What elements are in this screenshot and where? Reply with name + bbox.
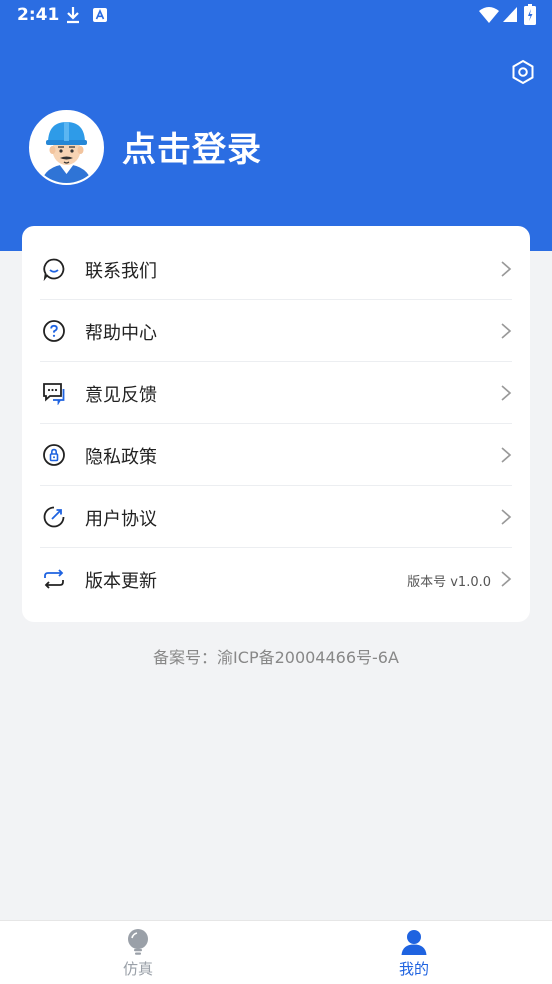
battery-icon <box>524 4 536 25</box>
version-number: 版本号 v1.0.0 <box>407 575 491 590</box>
chat-bubble-icon <box>43 258 65 281</box>
lightbulb-icon <box>128 929 148 955</box>
avatar[interactable] <box>29 110 104 185</box>
profile-header: 2:41 点击登录 <box>0 0 552 251</box>
menu-item-label: 隐私政策 <box>85 447 157 468</box>
icp-record: 备案号：渝ICP备20004466号-6A <box>153 648 399 667</box>
download-icon <box>67 7 79 24</box>
tab-mine[interactable]: 我的 <box>276 921 552 984</box>
menu-item-label: 版本更新 <box>85 571 157 592</box>
avatar-worker-icon <box>31 112 102 183</box>
tab-label: 我的 <box>398 960 429 978</box>
status-bar: 2:41 <box>0 0 552 30</box>
menu-item-label: 意见反馈 <box>85 385 157 406</box>
chevron-right-icon <box>501 385 512 401</box>
agreement-icon <box>43 506 65 528</box>
chevron-right-icon <box>501 447 512 463</box>
menu-item-user-agreement[interactable]: 用户协议 <box>40 486 512 548</box>
tab-simulation[interactable]: 仿真 <box>0 921 276 984</box>
menu-item-label: 帮助中心 <box>85 323 157 344</box>
status-time: 2:41 <box>17 5 60 25</box>
login-button[interactable]: 点击登录 <box>122 122 262 171</box>
signal-icon <box>503 7 517 22</box>
chevron-right-icon <box>501 509 512 525</box>
chevron-right-icon <box>501 571 512 587</box>
menu-item-label: 用户协议 <box>85 509 157 530</box>
privacy-lock-icon <box>43 444 65 466</box>
menu-item-privacy-policy[interactable]: 隐私政策 <box>40 424 512 486</box>
menu-item-label: 联系我们 <box>85 261 157 282</box>
refresh-icon <box>44 569 64 589</box>
bottom-tab-bar: 仿真 我的 <box>0 920 552 984</box>
menu-item-version-update[interactable]: 版本更新 版本号 v1.0.0 <box>40 548 512 610</box>
feedback-icon <box>43 383 65 405</box>
help-icon <box>43 320 65 342</box>
chevron-right-icon <box>501 323 512 339</box>
tab-label: 仿真 <box>122 960 153 978</box>
a-icon <box>93 8 107 22</box>
person-icon <box>401 930 427 955</box>
chevron-right-icon <box>501 261 512 277</box>
settings-icon[interactable] <box>510 59 536 85</box>
menu-item-help-center[interactable]: 帮助中心 <box>40 300 512 362</box>
wifi-icon <box>479 7 499 23</box>
menu-item-feedback[interactable]: 意见反馈 <box>40 362 512 424</box>
menu-card: 联系我们 帮助中心 意见反馈 隐私政策 用户协议 版本更新 版本号 v1.0.0 <box>22 226 530 622</box>
menu-item-contact-us[interactable]: 联系我们 <box>40 238 512 300</box>
